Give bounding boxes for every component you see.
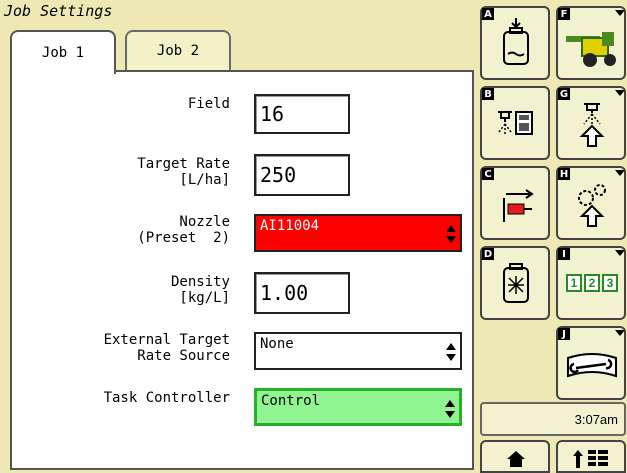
task-controller-label: Task Controller: [103, 390, 230, 406]
external-source-value: None: [260, 336, 294, 352]
nozzle-label: Nozzle (Preset 2): [137, 214, 230, 246]
corner-marker-icon: [615, 330, 625, 336]
external-source-label: External Target Rate Source: [103, 332, 230, 364]
softkey-g[interactable]: G: [556, 86, 626, 160]
home-icon: [507, 451, 525, 467]
density-label: Density [kg/L]: [170, 274, 230, 306]
softkey-h[interactable]: H: [556, 166, 626, 240]
softkey-i[interactable]: I 1 2 3: [556, 246, 626, 320]
corner-marker-icon: [615, 10, 625, 16]
softkey-j[interactable]: J: [556, 326, 626, 400]
external-source-select[interactable]: None: [254, 332, 462, 370]
field-input[interactable]: 16: [254, 94, 350, 134]
nozzle-select[interactable]: AI11004: [254, 214, 462, 252]
tank-agitation-icon: [503, 263, 529, 303]
up-down-arrow-icon: [446, 225, 456, 243]
target-rate-label: Target Rate [L/ha]: [137, 156, 230, 188]
gear-settings-icon: [578, 184, 606, 227]
field-label: Field: [187, 96, 230, 112]
softkey-f[interactable]: F: [556, 6, 626, 80]
manual-wrench-icon: [567, 353, 617, 378]
target-rate-input[interactable]: 250: [254, 154, 350, 196]
boom-nozzle-icon: [503, 189, 534, 222]
home-button[interactable]: [480, 440, 550, 473]
page-title: Job Settings: [4, 2, 113, 20]
tank-fill-icon: [503, 18, 529, 65]
softkey-a[interactable]: A: [480, 6, 550, 80]
menu-button[interactable]: [556, 440, 626, 473]
job-settings-panel: Field 16 Target Rate [L/ha] 250 Nozzle (…: [10, 70, 474, 470]
tab-job-1[interactable]: Job 1: [10, 30, 116, 74]
corner-marker-icon: [615, 250, 625, 256]
softkey-c[interactable]: C: [480, 166, 550, 240]
corner-marker-icon: [615, 170, 625, 176]
numeric-keys-icon: 1 2 3: [566, 274, 618, 292]
sprayer-machine-icon: [566, 32, 616, 67]
softkey-i-letter: I: [558, 248, 570, 260]
clock-display: 3:07am: [480, 402, 626, 436]
task-controller-value: Control: [261, 393, 321, 409]
corner-marker-icon: [615, 90, 625, 96]
nozzle-calculator-icon: [498, 111, 533, 135]
nozzle-settings-icon: [579, 103, 605, 147]
tab-job-2[interactable]: Job 2: [125, 30, 231, 70]
nozzle-value: AI11004: [260, 218, 320, 234]
menu-up-icon: [573, 450, 608, 468]
density-input[interactable]: 1.00: [254, 272, 350, 314]
softkey-b[interactable]: B: [480, 86, 550, 160]
up-down-arrow-icon: [446, 343, 456, 361]
softkey-d[interactable]: D: [480, 246, 550, 320]
task-controller-select[interactable]: Control: [254, 388, 462, 426]
up-down-arrow-icon: [445, 400, 455, 418]
